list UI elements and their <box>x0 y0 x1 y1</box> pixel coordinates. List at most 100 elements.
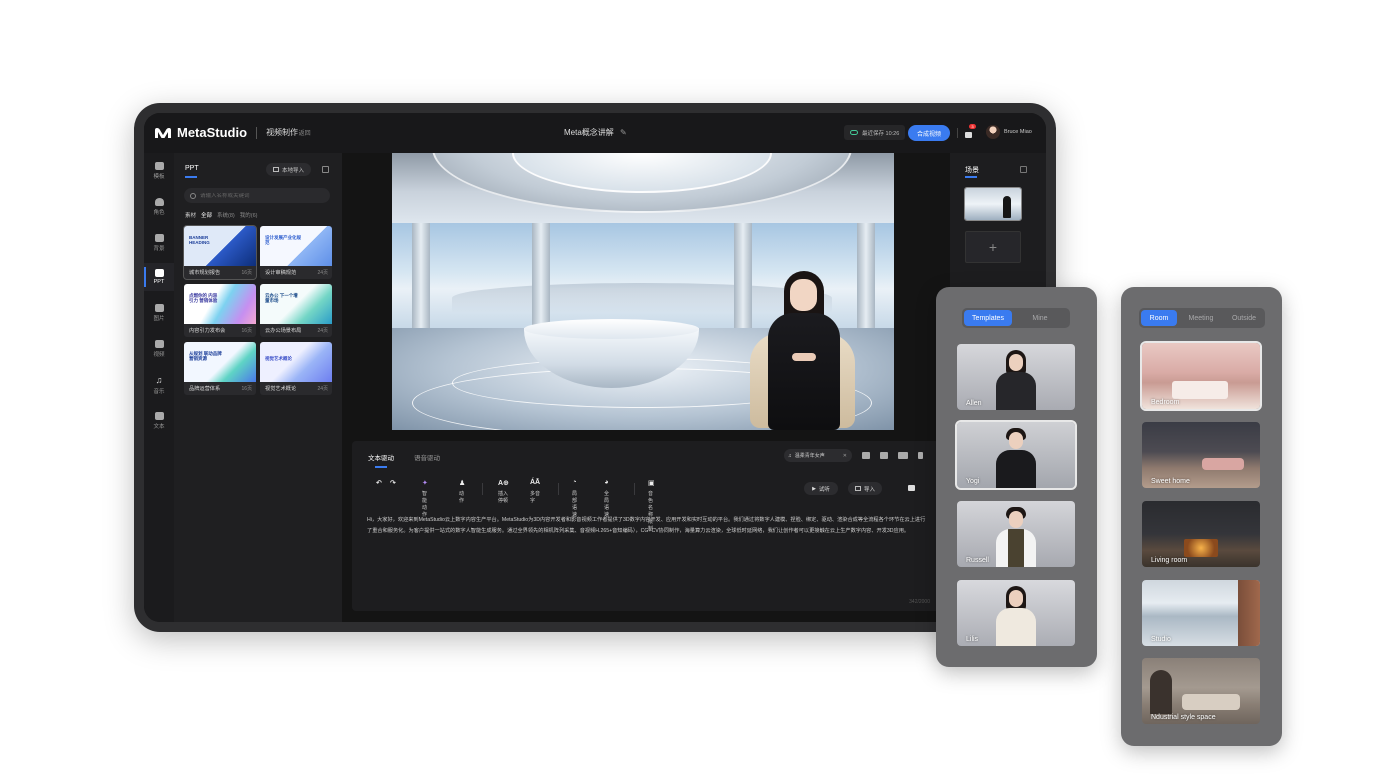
template-tile[interactable]: Yogi <box>955 420 1077 490</box>
tab-text-drive[interactable]: 文本驱动 <box>368 452 394 462</box>
room-tile[interactable]: Ndustrial style space <box>1142 658 1260 724</box>
polyphone-button[interactable]: ÁĀ 多音字 <box>530 479 540 504</box>
scene-pillar <box>412 223 430 333</box>
script-text[interactable]: Hi，大家好，欢迎来到MetaStudio云上数字内容生产平台。MetaStud… <box>367 515 929 537</box>
room-tile[interactable]: Studio <box>1142 580 1260 646</box>
ppt-card-thumb-text: 视觉艺术概论 <box>265 356 292 361</box>
nav-item-text[interactable]: 文本 <box>144 407 174 435</box>
local-speed-icon: ◔ <box>572 479 577 486</box>
ppt-card[interactable]: 设计发展产业化规范 设计审稿规范 24页 <box>260 226 332 279</box>
more-icon[interactable] <box>918 452 923 459</box>
smart-action-button[interactable]: ✦ 智能动作 <box>422 479 428 518</box>
share-icon[interactable] <box>322 166 329 173</box>
ppt-search-input[interactable] <box>200 192 320 199</box>
scene-pedestal-top <box>524 319 699 339</box>
trial-listen-button[interactable]: ▶ 试听 <box>804 482 838 495</box>
ppt-card[interactable]: 从规划 联动品牌营销资源 品牌运营体系 16页 <box>184 342 256 395</box>
ppt-card[interactable]: BANNER HEADING 城市规划报告 16页 <box>183 225 257 280</box>
local-speed-button[interactable]: ◔ 局部语速 <box>572 479 577 518</box>
ppt-card-name: 品牌运营体系 <box>189 386 221 392</box>
user-name[interactable]: Bruce Miao <box>1004 129 1032 135</box>
ppt-card[interactable]: 点燃你的 内容引力 营销体验 内容引力发布会 16页 <box>184 284 256 337</box>
nav-item-video[interactable]: 视频 <box>144 335 174 363</box>
nav-item-role[interactable]: 角色 <box>144 193 174 221</box>
filter-mine[interactable]: 我的(6) <box>240 211 258 219</box>
user-avatar[interactable] <box>986 125 1000 139</box>
room-name: Living room <box>1151 557 1188 564</box>
sparkle-icon: ✦ <box>422 480 428 487</box>
nav-item-music[interactable]: ♫ 音乐 <box>144 371 174 399</box>
ppt-search[interactable] <box>184 188 330 203</box>
comment-icon[interactable] <box>908 485 915 491</box>
volume-icon[interactable] <box>862 452 870 459</box>
ppt-icon <box>154 269 164 277</box>
room-tile[interactable]: Bedroom <box>1140 341 1262 411</box>
edit-pencil-icon[interactable]: ✎ <box>620 128 627 137</box>
avatar-face <box>1009 511 1023 528</box>
mute-icon[interactable] <box>880 452 888 459</box>
filter-system[interactable]: 系统(8) <box>217 211 235 219</box>
ppt-card[interactable]: 视觉艺术概论 视觉艺术概论 24页 <box>260 342 332 395</box>
add-scene-button[interactable]: + <box>965 231 1021 263</box>
template-tile[interactable]: Lilis <box>957 580 1075 646</box>
nav-label: 音乐 <box>153 388 165 395</box>
toolbar-divider <box>634 483 635 495</box>
brand-logo[interactable]: MetaStudio 视频制作 <box>154 125 298 140</box>
room-tile[interactable]: Living room <box>1142 501 1260 567</box>
music-note-icon: ♫ <box>788 452 792 459</box>
rooms-panel: Room Meeting Outside Bedroom Sweet home … <box>1121 287 1282 746</box>
undo-button[interactable]: ↶ <box>376 479 382 488</box>
template-name: Lilis <box>966 636 979 643</box>
script-editor: 文本驱动 语音驱动 ♫ 温柔青年女声 ✕ ↶ ↷ ✦ 智能动作 ♟ 动作 A⊕ … <box>352 441 942 611</box>
nav-label: 背景 <box>153 246 165 252</box>
tab-room[interactable]: Room <box>1141 310 1177 326</box>
back-link[interactable]: ← 返回 <box>291 128 311 137</box>
scene-title[interactable]: 场景 <box>965 165 979 175</box>
ppt-tab[interactable]: PPT <box>185 165 199 172</box>
notification-bell-icon[interactable]: 3 <box>964 124 976 138</box>
filter-all[interactable]: 全部 <box>201 211 212 219</box>
insert-pause-button[interactable]: A⊕ 插入停顿 <box>498 479 509 504</box>
redo-button[interactable]: ↷ <box>390 479 396 488</box>
local-import-button[interactable]: 本地导入 <box>266 163 311 176</box>
tab-meeting[interactable]: Meeting <box>1177 310 1225 326</box>
template-tile[interactable]: Russell <box>957 501 1075 567</box>
tab-outside[interactable]: Outside <box>1225 310 1263 326</box>
text-icon <box>154 412 164 420</box>
nav-item-picture[interactable]: 图片 <box>144 299 174 327</box>
scene-thumbnail[interactable] <box>964 187 1022 221</box>
nav-label: 视频 <box>153 352 165 358</box>
tab-templates[interactable]: Templates <box>964 310 1012 326</box>
ppt-card-pages: 24页 <box>317 386 328 392</box>
import-button[interactable]: 导入 <box>848 482 882 495</box>
polyphone-icon: ÁĀ <box>530 479 541 486</box>
video-preview[interactable] <box>392 153 894 430</box>
document-title[interactable]: Meta概念讲解 ✎ <box>564 127 627 138</box>
compose-video-button[interactable]: 合成视频 <box>908 125 950 141</box>
digital-presenter[interactable] <box>760 271 848 430</box>
nav-item-ppt[interactable]: PPT <box>144 263 174 291</box>
template-tile[interactable]: Allen <box>957 344 1075 410</box>
video-icon <box>154 340 164 348</box>
global-speed-button[interactable]: ◕ 全局语速 <box>604 479 609 518</box>
templates-panel: Templates Mine Allen Yogi Russell Lilis <box>936 287 1097 667</box>
voice-selector[interactable]: ♫ 温柔青年女声 ✕ <box>784 449 852 462</box>
import-icon <box>854 486 861 491</box>
nav-item-template[interactable]: 模板 <box>144 157 174 185</box>
scene-export-icon[interactable] <box>1020 166 1027 173</box>
ppt-card[interactable]: 云办公 下一个增量市场 云办公场景布局 24页 <box>260 284 332 337</box>
template-icon <box>154 162 164 170</box>
avatar-face <box>1009 590 1023 607</box>
tab-voice-drive[interactable]: 语音驱动 <box>414 452 440 462</box>
notification-badge: 3 <box>969 124 976 129</box>
action-button[interactable]: ♟ 动作 <box>459 479 465 504</box>
tab-mine[interactable]: Mine <box>1012 310 1068 326</box>
tool-label: 局部语速 <box>572 491 578 518</box>
nav-item-background[interactable]: 背景 <box>144 229 174 257</box>
subtitle-icon[interactable] <box>898 452 908 459</box>
save-status: 最近保存 10:26 <box>844 125 906 140</box>
ppt-tab-indicator <box>185 176 197 178</box>
avatar-body <box>996 608 1036 646</box>
room-tile[interactable]: Sweet home <box>1142 422 1260 488</box>
close-icon[interactable]: ✕ <box>843 453 847 459</box>
